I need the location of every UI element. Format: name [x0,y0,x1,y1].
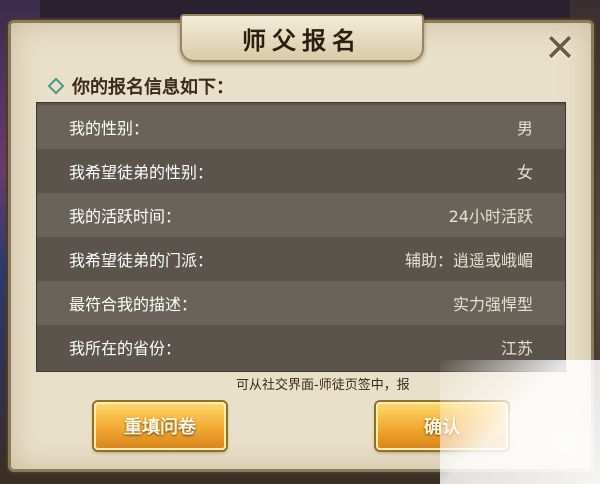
info-heading: 你的报名信息如下： [47,74,234,98]
info-row-description: 最符合我的描述： 实力强悍型 [37,281,565,325]
info-value: 24小时活跃 [448,207,533,226]
info-label: 我的活跃时间： [69,207,182,226]
info-value: 辅助：逍遥或峨嵋 [404,251,533,270]
info-label: 我所在的省份： [69,339,182,358]
info-row-active-time: 我的活跃时间： 24小时活跃 [37,193,565,237]
info-heading-text: 你的报名信息如下： [72,77,234,98]
info-value: 江苏 [500,339,533,358]
info-table: 我的性别： 男 我希望徒弟的性别： 女 我的活跃时间： 24小时活跃 我希望徒弟… [36,102,566,372]
dialog-title-plate: 师父报名 [180,14,424,62]
info-label: 我希望徒弟的性别： [69,163,214,182]
hint-note: 可从社交界面-师徒页签中，报 [236,378,410,393]
watermark-overlay [440,360,600,484]
info-row-apprentice-school: 我希望徒弟的门派： 辅助：逍遥或峨嵋 [37,237,565,281]
info-value: 男 [516,119,533,138]
refill-questionnaire-button[interactable]: 重填问卷 [94,402,226,450]
close-icon[interactable]: ✕ [542,29,578,67]
info-value: 女 [516,163,533,182]
info-row-apprentice-gender: 我希望徒弟的性别： 女 [37,149,565,193]
info-label: 最符合我的描述： [69,295,198,314]
info-row-gender: 我的性别： 男 [37,105,565,149]
info-value: 实力强悍型 [452,295,533,314]
info-label: 我希望徒弟的门派： [69,251,214,270]
info-label: 我的性别： [69,119,150,138]
diamond-icon [47,77,65,95]
dialog-title: 师父报名 [242,25,362,55]
